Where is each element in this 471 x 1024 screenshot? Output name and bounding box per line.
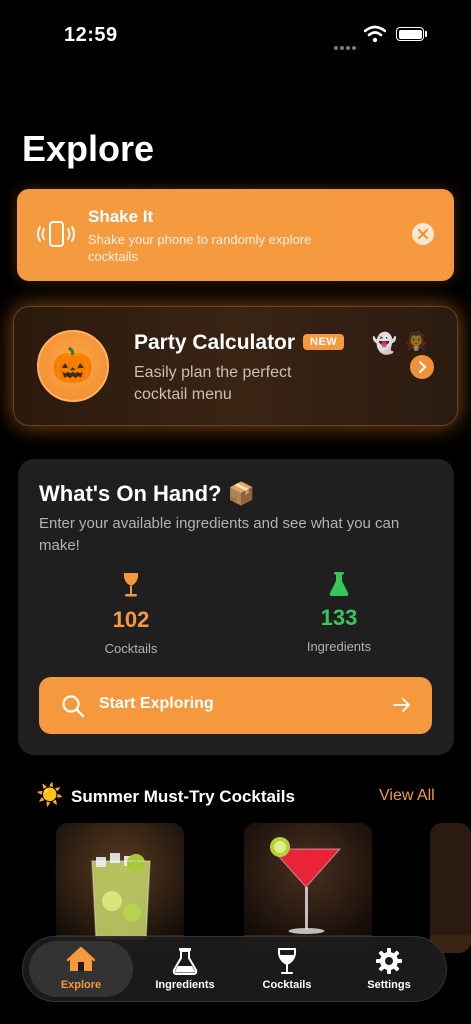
whats-on-hand-title: What's On Hand? 📦: [39, 481, 255, 506]
ingredients-count: 133: [320, 605, 358, 630]
start-exploring-button[interactable]: Start Exploring: [39, 677, 432, 734]
arrow-right-icon: [393, 698, 410, 712]
search-icon: [62, 695, 85, 718]
whats-on-hand-card: What's On Hand? 📦 Enter your available i…: [18, 459, 454, 755]
cocktail-card[interactable]: [430, 823, 471, 953]
ghost-icon: 👻: [372, 333, 397, 355]
flask-icon: [172, 948, 198, 975]
home-icon: [67, 947, 95, 971]
status-time: 12:59: [64, 24, 118, 46]
chevron-right-icon[interactable]: [410, 355, 434, 379]
view-all-link[interactable]: View All: [379, 787, 435, 805]
tab-cocktails-label: Cocktails: [262, 979, 312, 991]
status-bar: 12:59: [0, 0, 471, 70]
new-badge: NEW: [303, 334, 345, 350]
wine-glass-icon: [123, 573, 139, 597]
tab-cocktails[interactable]: Cocktails: [235, 941, 339, 997]
phone-shake-icon: [37, 221, 75, 247]
wine-glass-icon: [277, 948, 297, 974]
tab-explore-label: Explore: [60, 979, 102, 991]
ingredients-label: Ingredients: [306, 639, 372, 654]
tab-explore[interactable]: Explore: [29, 941, 133, 997]
party-calculator-title: Party Calculator: [134, 331, 296, 354]
pumpkin-badge: 🎃: [37, 330, 109, 402]
tab-bar: Explore Ingredients Cocktails Settings: [22, 936, 447, 1002]
summer-section-title: Summer Must-Try Cocktails: [71, 787, 295, 806]
start-exploring-label: Start Exploring: [99, 695, 214, 712]
cocktails-count: 102: [112, 607, 150, 632]
cocktail-image: [430, 823, 471, 953]
gear-icon: [376, 948, 402, 974]
cocktail-card[interactable]: [56, 823, 184, 953]
sun-icon: ☀️: [36, 782, 64, 807]
party-calculator-card[interactable]: 🎃 Party Calculator NEW Easily plan the p…: [13, 306, 458, 426]
close-icon[interactable]: [412, 223, 434, 245]
ingredients-stat: 133 Ingredients: [274, 571, 404, 654]
tab-settings[interactable]: Settings: [337, 941, 441, 997]
battery-icon: [396, 27, 424, 41]
cosmopolitan-image: [244, 823, 372, 953]
tab-ingredients-label: Ingredients: [155, 979, 215, 991]
cocktails-stat: 102 Cocktails: [66, 571, 196, 656]
cocktails-label: Cocktails: [104, 641, 158, 656]
tab-ingredients[interactable]: Ingredients: [133, 941, 237, 997]
shake-it-banner[interactable]: Shake It Shake your phone to randomly ex…: [17, 189, 454, 281]
mojito-image: [56, 823, 184, 953]
pumpkin-icon: 🎃: [51, 347, 95, 385]
page-title: Explore: [22, 128, 155, 169]
tab-settings-label: Settings: [367, 979, 411, 991]
wifi-icon: [364, 25, 386, 43]
shake-it-description: Shake your phone to randomly explore coc…: [88, 232, 312, 264]
summer-section-header: ☀️ Summer Must-Try Cocktails View All: [0, 780, 471, 812]
shake-it-title: Shake It: [88, 207, 154, 226]
cocktail-card[interactable]: [244, 823, 372, 953]
vampire-icon: 🧛: [405, 331, 428, 351]
whats-on-hand-description: Enter your available ingredients and see…: [39, 515, 400, 554]
party-calculator-description: Easily plan the perfect cocktail menu: [134, 364, 292, 403]
signal-icon: [334, 37, 358, 55]
flask-icon: [329, 572, 349, 596]
battery-tip: [425, 31, 427, 37]
